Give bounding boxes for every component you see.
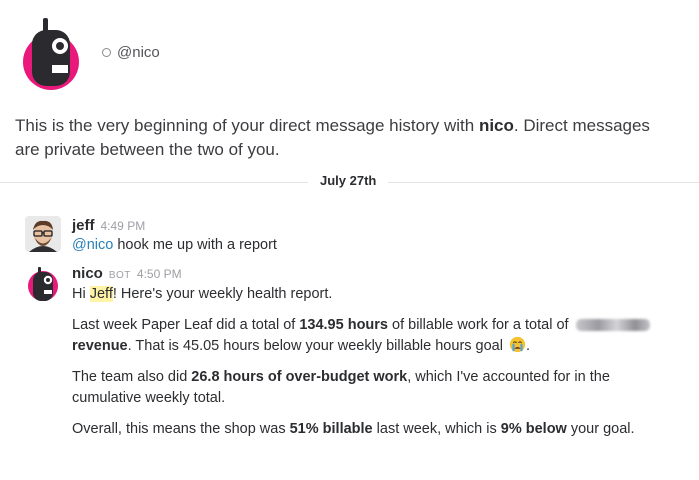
intro-name: nico [478,116,514,135]
p1-a: Last week Paper Leaf did a total of [72,317,300,333]
p1-hours: 134.95 hours [299,317,388,333]
sender-line-jeff: jeff 4:49 PM [72,217,145,234]
sender-name[interactable]: nico [72,265,103,282]
p2-a: The team also did [72,369,192,385]
header-handle[interactable]: @nico [117,44,160,61]
sender-name[interactable]: jeff [72,217,95,234]
timestamp[interactable]: 4:49 PM [101,219,146,233]
p1-d: . That is 45.05 hours below your weekly … [127,338,507,354]
day-divider-label: July 27th [308,173,389,188]
report-paragraph-2: The team also did 26.8 hours of over-bud… [72,367,682,409]
user-mention-highlight[interactable]: Jeff [89,286,113,302]
avatar-jeff[interactable] [25,216,61,252]
p2-bold: 26.8 hours of over-budget work [191,369,408,385]
report-paragraph-3: Overall, this means the shop was 51% bil… [72,419,682,440]
report-paragraph-1: Last week Paper Leaf did a total of 134.… [72,315,682,357]
day-divider: July 27th [0,172,699,192]
avatar-nico[interactable] [25,266,61,302]
greeting-rest: ! Here's your weekly health report. [112,286,333,302]
message-text: hook me up with a report [113,237,277,253]
greeting-hi: Hi [72,286,90,302]
p3-billable: 51% billable [289,421,373,437]
robot-icon [28,267,58,301]
user-mention[interactable]: @nico [72,237,113,253]
dm-header-user: @nico [102,44,160,61]
bot-badge: BOT [108,270,131,281]
p3-c: your goal. [566,421,635,437]
message-body: @nico hook me up with a report [72,235,682,256]
bot-avatar-large[interactable] [20,16,82,90]
p1-e: . [526,338,531,354]
p1-revenue: revenue [72,338,128,354]
presence-away-icon [102,48,111,57]
intro-lead: This is the very beginning of your direc… [15,116,479,135]
crying-face-emoji-icon [509,336,526,353]
p3-a: Overall, this means the shop was [72,421,290,437]
message-nico: nico BOT 4:50 PM Hi Jeff! Here's your we… [0,264,699,444]
sender-line-nico: nico BOT 4:50 PM [72,265,182,282]
dm-intro-text: This is the very beginning of your direc… [15,114,665,162]
p1-b: of billable work for a total of [388,317,573,333]
timestamp[interactable]: 4:50 PM [137,267,182,281]
greeting-line: Hi Jeff! Here's your weekly health repor… [72,284,682,305]
user-photo-icon [25,216,61,252]
message-jeff: jeff 4:49 PM @nico hook me up with a rep… [0,214,699,260]
robot-icon [23,18,79,90]
p3-below: 9% below [500,421,567,437]
redacted-revenue-amount [575,319,650,332]
p3-b: last week, which is [372,421,501,437]
